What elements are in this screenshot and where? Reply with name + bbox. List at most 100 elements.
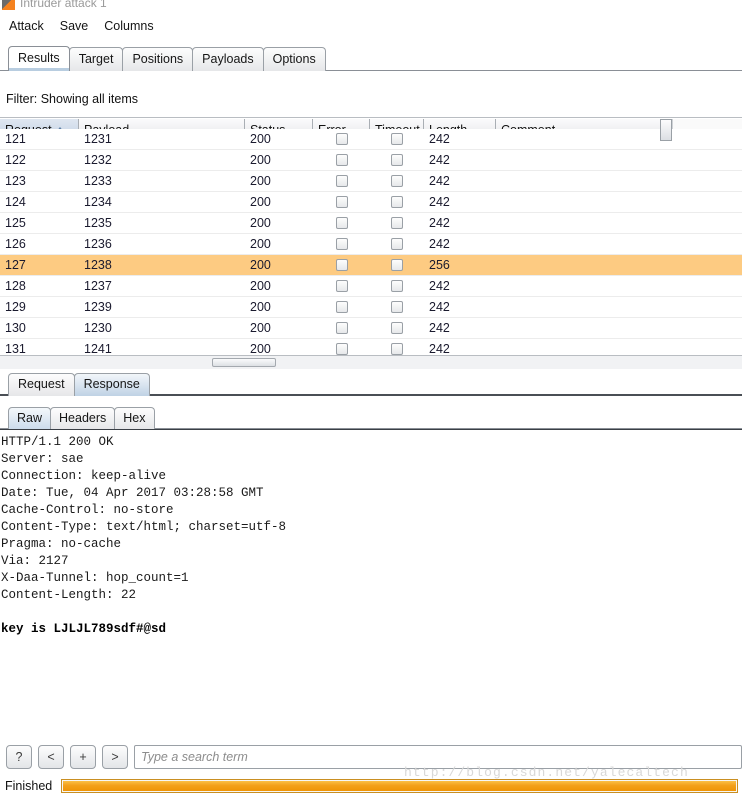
cell-comment bbox=[496, 255, 672, 275]
cell-request: 131 bbox=[5, 342, 26, 355]
cell-request: 124 bbox=[5, 195, 26, 209]
menu-item-attack[interactable]: Attack bbox=[8, 17, 45, 35]
table-row[interactable]: 123 1233 200 242 bbox=[0, 171, 742, 192]
tab-request[interactable]: Request bbox=[8, 373, 75, 396]
tab-raw[interactable]: Raw bbox=[8, 407, 52, 429]
cell-timeout bbox=[370, 129, 424, 149]
response-header-line: Content-Length: 22 bbox=[1, 588, 137, 602]
cell-payload: 1231 bbox=[84, 132, 112, 146]
cell-payload: 1235 bbox=[84, 216, 112, 230]
tab-target[interactable]: Target bbox=[68, 47, 124, 71]
cell-request: 130 bbox=[5, 321, 26, 335]
cell-timeout bbox=[370, 297, 424, 317]
timeout-checkbox[interactable] bbox=[391, 175, 403, 187]
timeout-checkbox[interactable] bbox=[391, 259, 403, 271]
menu-item-columns[interactable]: Columns bbox=[103, 17, 154, 35]
cell-request: 125 bbox=[5, 216, 26, 230]
timeout-checkbox[interactable] bbox=[391, 301, 403, 313]
table-row[interactable]: 128 1237 200 242 bbox=[0, 276, 742, 297]
help-button[interactable]: ? bbox=[6, 745, 32, 769]
timeout-checkbox[interactable] bbox=[391, 154, 403, 166]
error-checkbox[interactable] bbox=[335, 280, 348, 292]
error-checkbox[interactable] bbox=[335, 175, 348, 187]
error-checkbox[interactable] bbox=[335, 322, 348, 334]
table-row[interactable]: 127 1238 200 256 bbox=[0, 255, 742, 276]
tab-hex[interactable]: Hex bbox=[114, 407, 155, 429]
cell-status: 200 bbox=[250, 300, 271, 314]
cell-payload: 1238 bbox=[84, 258, 112, 272]
timeout-checkbox[interactable] bbox=[391, 322, 403, 334]
table-row[interactable]: 125 1235 200 242 bbox=[0, 213, 742, 234]
cell-filler bbox=[672, 171, 742, 191]
error-checkbox[interactable] bbox=[335, 301, 348, 313]
tab-results[interactable]: Results bbox=[8, 46, 70, 71]
response-raw-viewer[interactable]: HTTP/1.1 200 OK Server: sae Connection: ke… bbox=[0, 429, 742, 739]
search-add-button[interactable]: + bbox=[70, 745, 96, 769]
cell-error bbox=[313, 150, 370, 170]
response-header-line: Content-Type: text/html; charset=utf-8 bbox=[1, 520, 287, 534]
cell-status: 200 bbox=[250, 132, 271, 146]
table-body: 121 1231 200 242 122 1232 200 242 123 1233 200 242 1… bbox=[0, 129, 742, 355]
view-tab-strip: Raw Headers Hex bbox=[0, 403, 742, 429]
tab-payloads[interactable]: Payloads bbox=[192, 47, 264, 71]
timeout-checkbox[interactable] bbox=[391, 133, 403, 145]
menu-item-save[interactable]: Save bbox=[59, 17, 90, 35]
cell-filler bbox=[672, 192, 742, 212]
timeout-checkbox[interactable] bbox=[391, 238, 403, 250]
cell-status: 200 bbox=[250, 153, 271, 167]
cell-status: 200 bbox=[250, 321, 271, 335]
tab-options[interactable]: Options bbox=[262, 47, 326, 71]
cell-comment bbox=[496, 339, 672, 355]
search-next-button[interactable]: > bbox=[102, 745, 128, 769]
cell-payload: 1233 bbox=[84, 174, 112, 188]
error-checkbox[interactable] bbox=[335, 217, 348, 229]
cell-timeout bbox=[370, 276, 424, 296]
timeout-checkbox[interactable] bbox=[391, 280, 403, 292]
cell-error bbox=[313, 234, 370, 254]
table-row[interactable]: 121 1231 200 242 bbox=[0, 129, 742, 150]
table-row[interactable]: 126 1236 200 242 bbox=[0, 234, 742, 255]
error-checkbox[interactable] bbox=[335, 196, 348, 208]
table-row[interactable]: 129 1239 200 242 bbox=[0, 297, 742, 318]
cell-timeout bbox=[370, 150, 424, 170]
cell-error bbox=[313, 171, 370, 191]
tab-response[interactable]: Response bbox=[73, 373, 150, 396]
horizontal-scrollbar-thumb[interactable] bbox=[212, 358, 276, 367]
cell-filler bbox=[672, 276, 742, 296]
table-row[interactable]: 122 1232 200 242 bbox=[0, 150, 742, 171]
cell-payload: 1234 bbox=[84, 195, 112, 209]
horizontal-scrollbar[interactable] bbox=[0, 355, 742, 369]
search-prev-button[interactable]: < bbox=[38, 745, 64, 769]
error-checkbox[interactable] bbox=[335, 154, 348, 166]
cell-error bbox=[313, 339, 370, 355]
error-checkbox[interactable] bbox=[335, 259, 348, 271]
search-input[interactable] bbox=[134, 745, 742, 769]
tab-headers[interactable]: Headers bbox=[50, 407, 116, 429]
response-header-line: HTTP/1.1 200 OK bbox=[1, 435, 114, 449]
search-toolbar: ? < + > bbox=[0, 739, 742, 775]
cell-length: 242 bbox=[429, 174, 450, 188]
cell-timeout bbox=[370, 339, 424, 355]
cell-filler bbox=[672, 150, 742, 170]
cell-filler bbox=[672, 129, 742, 149]
attack-progress-bar bbox=[61, 778, 738, 793]
table-row[interactable]: 130 1230 200 242 bbox=[0, 318, 742, 339]
cell-request: 127 bbox=[5, 258, 26, 272]
table-row[interactable]: 124 1234 200 242 bbox=[0, 192, 742, 213]
table-row[interactable]: 131 1241 200 242 bbox=[0, 339, 742, 355]
timeout-checkbox[interactable] bbox=[391, 217, 403, 229]
error-checkbox[interactable] bbox=[335, 133, 348, 145]
filter-label: Filter: Showing all items bbox=[6, 91, 138, 106]
vertical-scrollbar-up-button[interactable] bbox=[660, 119, 672, 141]
error-checkbox[interactable] bbox=[335, 238, 348, 250]
cell-comment bbox=[496, 171, 672, 191]
timeout-checkbox[interactable] bbox=[391, 343, 403, 355]
error-checkbox[interactable] bbox=[335, 343, 348, 355]
cell-timeout bbox=[370, 192, 424, 212]
timeout-checkbox[interactable] bbox=[391, 196, 403, 208]
cell-error bbox=[313, 276, 370, 296]
cell-filler bbox=[672, 339, 742, 355]
filter-bar[interactable]: Filter: Showing all items bbox=[0, 80, 742, 118]
tab-positions[interactable]: Positions bbox=[122, 47, 194, 71]
cell-comment bbox=[496, 150, 672, 170]
